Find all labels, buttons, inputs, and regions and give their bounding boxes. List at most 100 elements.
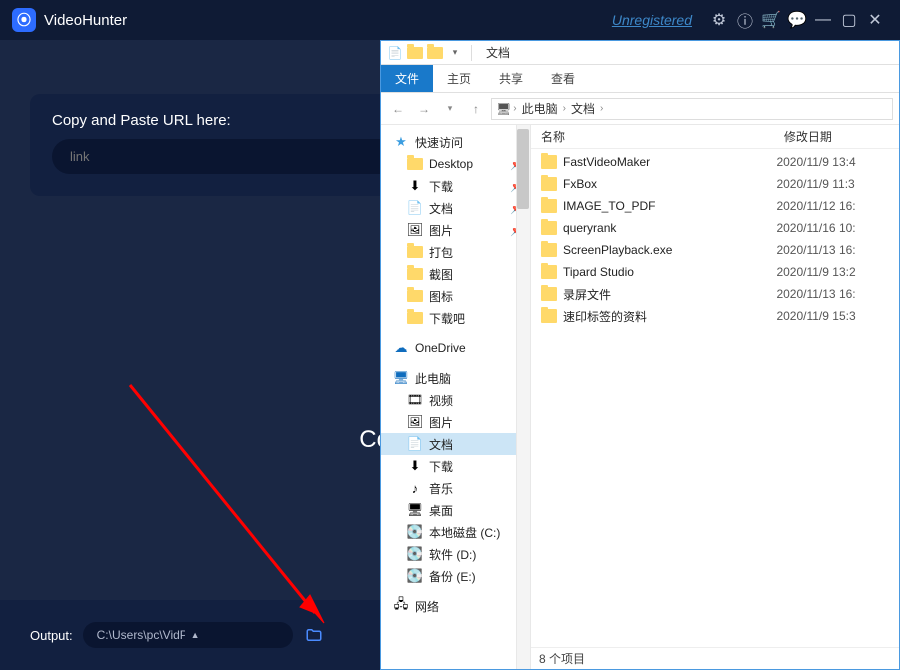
app-title: VideoHunter [44, 12, 127, 29]
sidebar-item[interactable]: 打包 [381, 241, 530, 263]
desktop-icon: 🖥 [407, 502, 423, 518]
quick-access-toolbar: 📄 ▾ 文档 [381, 41, 899, 65]
chevron-down-icon[interactable]: ▾ [439, 98, 461, 120]
doc-icon: 📄 [407, 436, 423, 452]
folder-icon [541, 177, 557, 191]
explorer-window: 📄 ▾ 文档 文件 主页 共享 查看 ← → ▾ ↑ 🖥 › 此电脑 › 文档 … [380, 40, 900, 670]
sidebar-item[interactable]: 截图 [381, 263, 530, 285]
folder-icon [427, 45, 443, 61]
sidebar-item[interactable]: 📄文档 [381, 433, 530, 455]
col-name[interactable]: 名称 [531, 128, 774, 145]
sidebar-item[interactable]: 图标 [381, 285, 530, 307]
sidebar-item[interactable]: 🖼图片📌 [381, 219, 530, 241]
folder-icon [407, 156, 423, 172]
sidebar-item-quickaccess[interactable]: ★ 快速访问 [381, 131, 530, 153]
scrollbar[interactable] [516, 125, 530, 669]
drive-icon: 💽 [407, 524, 423, 540]
tab-file[interactable]: 文件 [381, 65, 433, 92]
sidebar-item[interactable]: 🎞视频 [381, 389, 530, 411]
list-item[interactable]: ScreenPlayback.exe2020/11/13 16: [531, 239, 899, 261]
tab-view[interactable]: 查看 [537, 65, 589, 92]
pic-icon: 🖼 [407, 414, 423, 430]
ribbon-tabs: 文件 主页 共享 查看 [381, 65, 899, 93]
chat-icon[interactable]: 💬 [784, 7, 810, 33]
list-item[interactable]: FxBox2020/11/9 11:3 [531, 173, 899, 195]
chevron-down-icon[interactable]: ▾ [447, 45, 463, 61]
unregistered-link[interactable]: Unregistered [612, 12, 692, 28]
music-icon: ♪ [407, 480, 423, 496]
crumb-documents[interactable]: 文档 [568, 100, 598, 117]
crumb-thispc[interactable]: 此电脑 [519, 100, 561, 117]
folder-icon [541, 265, 557, 279]
sidebar-item[interactable]: Desktop📌 [381, 153, 530, 175]
pic-icon: 🖼 [407, 222, 423, 238]
titlebar: ⦿ VideoHunter Unregistered ⚙ ⓘ 🛒 💬 — ▢ ✕ [0, 0, 900, 40]
download-icon: ⬇ [407, 178, 423, 194]
folder-icon [541, 243, 557, 257]
sidebar-item[interactable]: ⬇下载📌 [381, 175, 530, 197]
pc-icon: 🖥 [393, 370, 409, 386]
sidebar-item[interactable]: 🖼图片 [381, 411, 530, 433]
drive-icon: 💽 [407, 546, 423, 562]
sidebar-item[interactable]: 下载吧 [381, 307, 530, 329]
col-date[interactable]: 修改日期 [774, 128, 899, 145]
folder-icon [541, 155, 557, 169]
folder-icon [541, 221, 557, 235]
video-icon: 🎞 [407, 392, 423, 408]
folder-icon [541, 199, 557, 213]
file-list-pane: 名称 修改日期 FastVideoMaker2020/11/9 13:4FxBo… [531, 125, 899, 669]
output-label: Output: [30, 628, 73, 643]
info-icon[interactable]: ⓘ [732, 7, 758, 33]
download-icon: ⬇ [407, 458, 423, 474]
sidebar-item[interactable]: ♪音乐 [381, 477, 530, 499]
back-button[interactable]: ← [387, 98, 409, 120]
folder-icon [407, 288, 423, 304]
sidebar-item[interactable]: 💽软件 (D:) [381, 543, 530, 565]
folder-icon [407, 266, 423, 282]
star-icon: ★ [393, 134, 409, 150]
doc-icon: 📄 [407, 200, 423, 216]
folder-icon [407, 244, 423, 260]
settings-icon[interactable]: ⚙ [706, 7, 732, 33]
column-headers: 名称 修改日期 [531, 125, 899, 149]
output-path[interactable]: C:\Users\pc\VidPaw\Downlo ▲ [83, 622, 293, 648]
drive-icon: 💽 [407, 568, 423, 584]
cloud-icon: ☁ [393, 340, 409, 356]
maximize-icon[interactable]: ▢ [836, 7, 862, 33]
list-item[interactable]: 录屏文件2020/11/13 16: [531, 283, 899, 305]
app-logo: ⦿ [12, 8, 36, 32]
list-item[interactable]: Tipard Studio2020/11/9 13:2 [531, 261, 899, 283]
sidebar-item-thispc[interactable]: 🖥 此电脑 [381, 367, 530, 389]
address-bar: ← → ▾ ↑ 🖥 › 此电脑 › 文档 › [381, 93, 899, 125]
list-item[interactable]: queryrank2020/11/16 10: [531, 217, 899, 239]
chevron-up-icon: ▲ [191, 630, 279, 640]
folder-icon [541, 309, 557, 323]
sidebar-item[interactable]: 🖥桌面 [381, 499, 530, 521]
sidebar-item-onedrive[interactable]: ☁ OneDrive [381, 337, 530, 359]
network-icon: 🖧 [393, 598, 409, 614]
file-list: FastVideoMaker2020/11/9 13:4FxBox2020/11… [531, 149, 899, 647]
doc-icon: 📄 [387, 45, 403, 61]
tab-share[interactable]: 共享 [485, 65, 537, 92]
sidebar-item[interactable]: 💽本地磁盘 (C:) [381, 521, 530, 543]
up-button[interactable]: ↑ [465, 98, 487, 120]
close-icon[interactable]: ✕ [862, 7, 888, 33]
sidebar-item-network[interactable]: 🖧 网络 [381, 595, 530, 617]
browse-folder-button[interactable] [303, 624, 325, 646]
list-item[interactable]: FastVideoMaker2020/11/9 13:4 [531, 151, 899, 173]
status-bar: 8 个项目 [531, 647, 899, 669]
tab-home[interactable]: 主页 [433, 65, 485, 92]
minimize-icon[interactable]: — [810, 7, 836, 33]
cart-icon[interactable]: 🛒 [758, 7, 784, 33]
folder-icon [407, 45, 423, 61]
sidebar-item[interactable]: 📄文档📌 [381, 197, 530, 219]
window-title: 文档 [486, 44, 510, 61]
sidebar-item[interactable]: 💽备份 (E:) [381, 565, 530, 587]
forward-button[interactable]: → [413, 98, 435, 120]
sidebar-item[interactable]: ⬇下载 [381, 455, 530, 477]
folder-icon [541, 287, 557, 301]
nav-pane: ★ 快速访问 Desktop📌⬇下载📌📄文档📌🖼图片📌打包截图图标下载吧 ☁ O… [381, 125, 531, 669]
breadcrumb[interactable]: 🖥 › 此电脑 › 文档 › [491, 98, 893, 120]
list-item[interactable]: IMAGE_TO_PDF2020/11/12 16: [531, 195, 899, 217]
list-item[interactable]: 速印标签的资料2020/11/9 15:3 [531, 305, 899, 327]
